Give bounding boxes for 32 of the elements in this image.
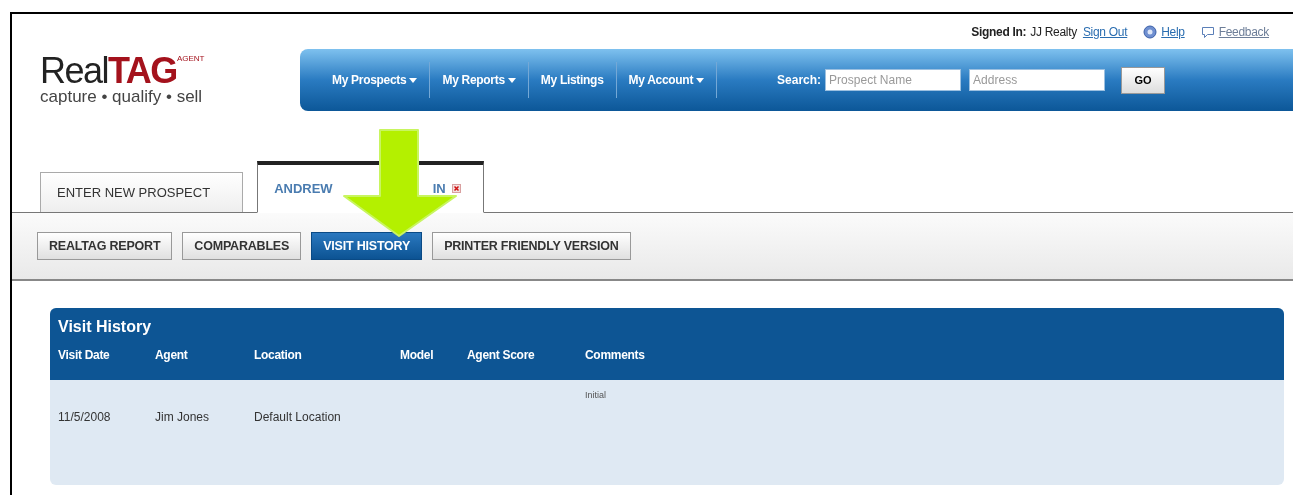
tab-button[interactable]: REALTAG REPORT [37, 232, 173, 260]
tab-button[interactable]: PRINTER FRIENDLY VERSION [432, 232, 631, 260]
tab[interactable]: ENTER NEW PROSPECT [40, 172, 244, 212]
feedback-link[interactable]: Feedback [1218, 25, 1269, 39]
search-field[interactable]: Address [969, 69, 1106, 91]
nav-menu[interactable]: My Account [616, 62, 718, 98]
help-icon [1143, 25, 1158, 39]
account-name: JJ Realty [1030, 25, 1077, 39]
tab-button[interactable]: COMPARABLES [182, 232, 302, 260]
help-link[interactable]: Help [1161, 25, 1185, 39]
column-header: Agent [155, 348, 189, 362]
nav-menu[interactable]: My Listings [528, 62, 617, 98]
table-cell-text: Initial [585, 390, 607, 400]
table-cell-text: Default Location [254, 410, 342, 424]
column-header: Agent Score [467, 348, 536, 362]
nav-menu[interactable]: My Reports [430, 62, 529, 98]
speech-bubble-icon [1200, 25, 1215, 39]
panel-title: Visit History [58, 318, 153, 336]
search-field[interactable]: Prospect Name [825, 69, 962, 91]
column-header: Model [400, 348, 435, 362]
logo: RealTAG$^{AGENT}$ capture • qualify • sell [39, 53, 206, 107]
table-cell-text: 11/5/2008 [58, 410, 112, 424]
column-header: Comments [585, 348, 646, 362]
go-button[interactable]: GO [1121, 66, 1166, 94]
tab-button[interactable]: VISIT HISTORY [311, 232, 423, 260]
column-header: Location [254, 348, 303, 362]
signed-in-label: Signed In: [971, 25, 1027, 39]
nav-menu[interactable]: My Prospects [320, 62, 431, 98]
column-header: Visit Date [58, 348, 111, 362]
search-label: Search: [777, 73, 822, 87]
table-cell-text: Jim Jones [155, 410, 211, 424]
sign-out-link[interactable]: Sign Out [1082, 25, 1128, 39]
